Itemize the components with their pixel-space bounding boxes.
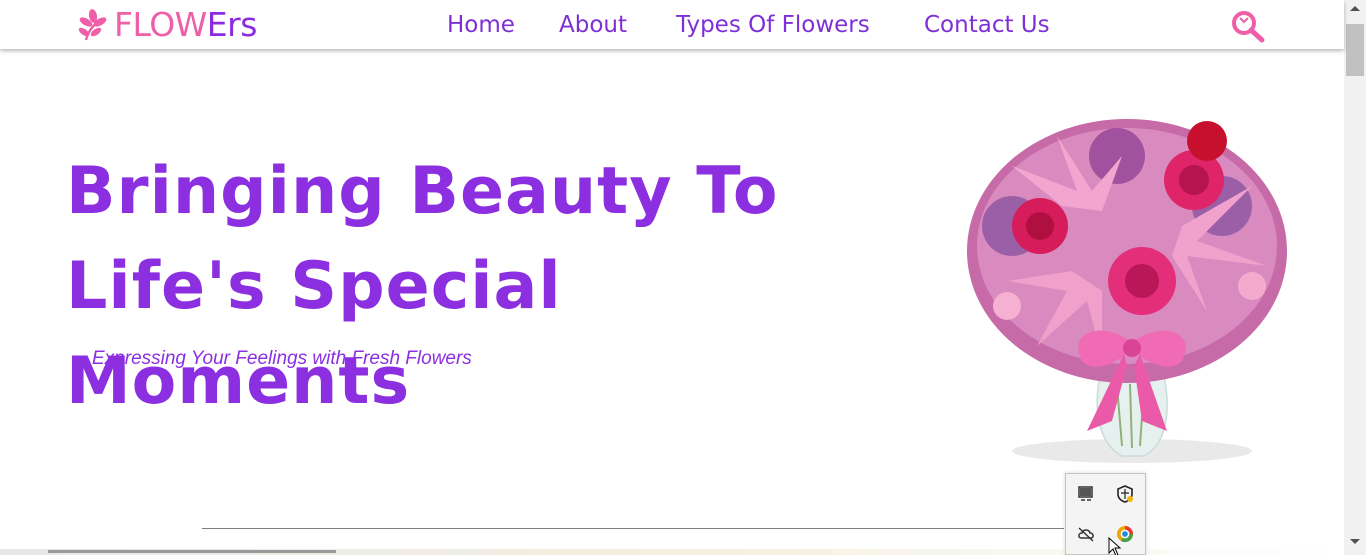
nav-contact-us[interactable]: Contact Us	[924, 11, 1050, 39]
nav-types-of-flowers[interactable]: Types Of Flowers	[676, 11, 870, 39]
system-tray-popup	[1065, 473, 1146, 555]
security-shield-icon[interactable]	[1115, 484, 1135, 504]
mouse-cursor-icon	[1108, 537, 1122, 555]
scrollbar[interactable]	[1344, 0, 1366, 555]
hero-subtitle: Expressing Your Feelings with Fresh Flow…	[92, 348, 472, 369]
bottom-accent	[48, 550, 336, 553]
scroll-up-arrow-icon[interactable]	[1344, 0, 1366, 17]
display-icon[interactable]	[1076, 484, 1096, 504]
nav-about[interactable]: About	[559, 11, 627, 39]
nav-home[interactable]: Home	[447, 11, 515, 39]
hero-title-line2: Life's Special Moments	[66, 249, 562, 419]
logo-text: FLOWErs	[114, 6, 257, 44]
logo-text-part2: Ers	[206, 5, 258, 44]
logo[interactable]: FLOWErs	[78, 6, 257, 44]
onedrive-offline-icon[interactable]	[1076, 524, 1096, 544]
scroll-down-arrow-icon[interactable]	[1344, 533, 1366, 550]
scroll-thumb[interactable]	[1346, 24, 1364, 76]
logo-text-part1: FLOW	[114, 5, 207, 44]
hero-title-line1: Bringing Beauty To	[66, 154, 779, 229]
section-divider	[202, 528, 1064, 529]
flower-icon	[78, 9, 107, 41]
search-icon[interactable]	[1230, 9, 1266, 43]
site-header: FLOWErs Home About Types Of Flowers Cont…	[0, 0, 1344, 49]
hero-title: Bringing Beauty To Life's Special Moment…	[66, 144, 886, 429]
flower-bouquet-image	[967, 119, 1287, 463]
